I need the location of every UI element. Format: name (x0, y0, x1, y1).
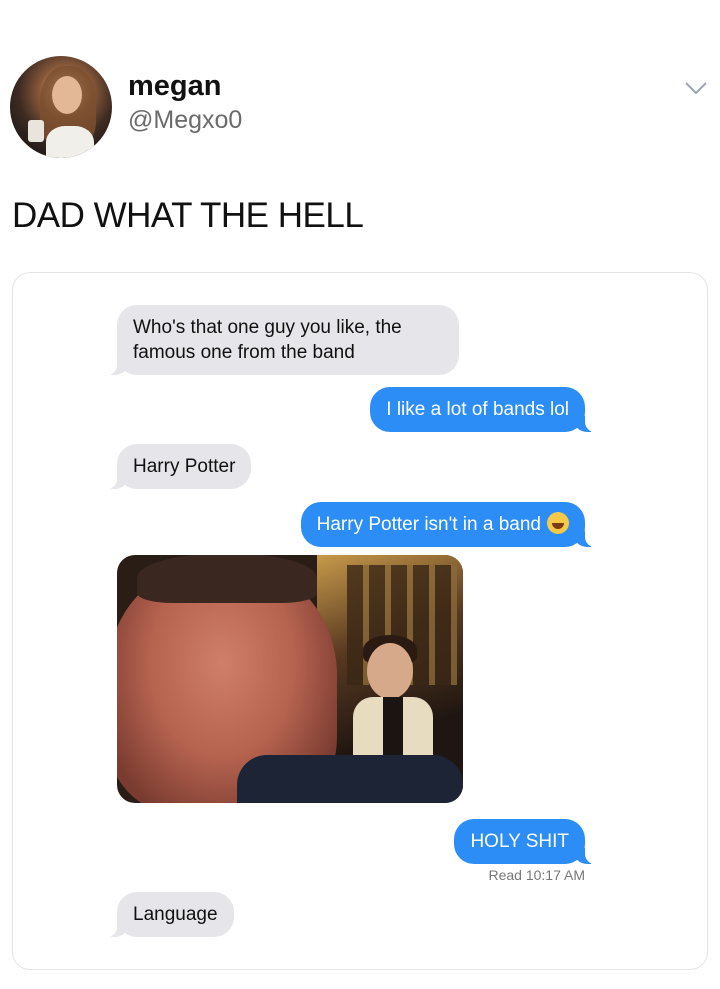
profile-avatar[interactable] (10, 56, 112, 158)
message-bubble-received: Language (105, 892, 234, 937)
message-bubble-sent: HOLY SHIT (454, 819, 597, 864)
avatar-cup (28, 120, 44, 142)
avatar-face (52, 76, 82, 114)
tweet-header: megan @Megxo0 (0, 0, 720, 170)
message-bubble-received: Harry Potter (104, 444, 252, 489)
tweet-text: DAD WHAT THE HELL (12, 196, 364, 235)
photo-person-head (367, 643, 413, 699)
laughing-emoji-icon (547, 512, 569, 534)
read-receipt: Read 10:17 AM (488, 867, 585, 883)
message-bubble-sent: I like a lot of bands lol (370, 387, 597, 432)
chevron-down-icon[interactable] (684, 80, 708, 96)
photo-selfie-hair (137, 555, 317, 603)
avatar-shirt (46, 126, 94, 158)
message-text: Harry Potter isn't in a band (316, 514, 541, 535)
display-name[interactable]: megan (128, 70, 221, 103)
photo-suit (237, 755, 463, 803)
message-bubble-received: Who's that one guy you like, the famous … (105, 305, 459, 375)
user-handle[interactable]: @Megxo0 (128, 106, 242, 135)
screenshot-card: Who's that one guy you like, the famous … (12, 272, 708, 970)
message-bubble-sent: Harry Potter isn't in a band (300, 502, 598, 547)
message-photo[interactable] (117, 555, 463, 803)
